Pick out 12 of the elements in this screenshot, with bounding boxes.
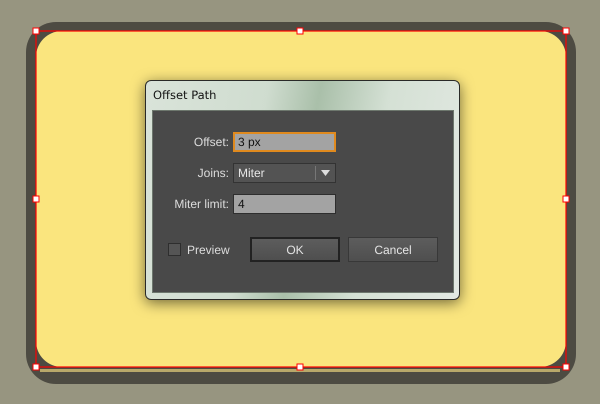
dialog-title: Offset Path: [152, 87, 218, 104]
joins-dropdown[interactable]: Miter: [233, 163, 336, 183]
caret-icon: [321, 170, 330, 176]
cancel-button[interactable]: Cancel: [348, 237, 438, 262]
preview-checkbox[interactable]: [168, 243, 181, 256]
input-field[interactable]: 4: [233, 194, 336, 214]
checkbox-label: Preview: [187, 242, 230, 256]
field-label: Offset:: [192, 135, 229, 149]
input-field[interactable]: 3 px: [233, 132, 336, 152]
field-label: Joins:: [196, 166, 229, 180]
field-label: Miter limit:: [173, 197, 229, 211]
ok-button[interactable]: OK: [250, 237, 340, 262]
